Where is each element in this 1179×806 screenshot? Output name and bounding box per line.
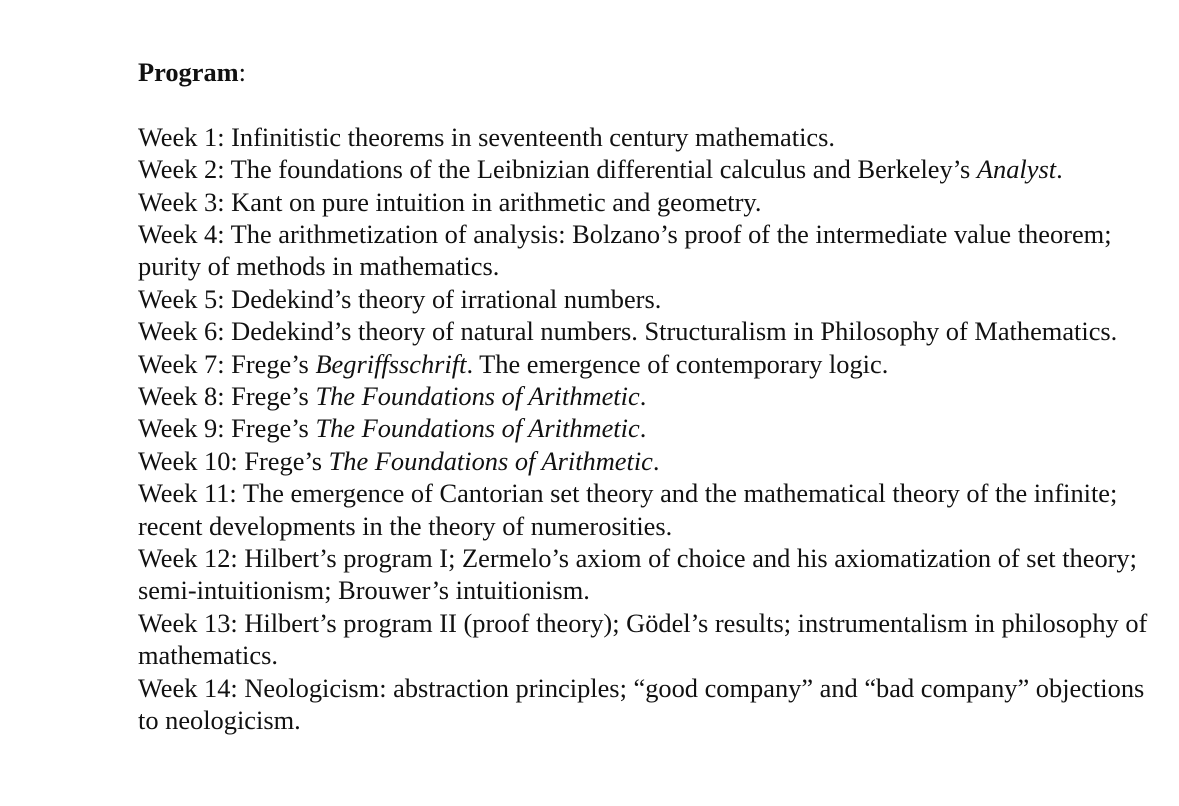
document-page: Program: Week 1: Infinitistic theorems i…: [138, 56, 1158, 737]
week-item-7: Week 7: Frege’s Begriffsschrift. The eme…: [138, 348, 1158, 380]
week-item-1: Week 1: Infinitistic theorems in sevente…: [138, 121, 1158, 153]
week-text: Week 14: Neologicism: abstraction princi…: [138, 672, 1145, 736]
week-item-12: Week 12: Hilbert’s program I; Zermelo’s …: [138, 542, 1158, 607]
week-text: Week 1: Infinitistic theorems in sevente…: [138, 121, 836, 152]
week-item-6: Week 6: Dedekind’s theory of natural num…: [138, 315, 1158, 347]
week-text: Week 11: The emergence of Cantorian set …: [138, 478, 1118, 541]
week-item-11: Week 11: The emergence of Cantorian set …: [138, 477, 1158, 542]
program-heading-label: Program: [138, 57, 239, 87]
week-item-8: Week 8: Frege’s The Foundations of Arith…: [138, 380, 1158, 412]
program-heading-colon: :: [238, 57, 246, 87]
week-text: Week 4: The arithmetization of analysis:…: [138, 219, 1112, 282]
week-title-italic: The Foundations of Arithmetic: [328, 445, 653, 476]
week-item-2: Week 2: The foundations of the Leibnizia…: [138, 153, 1158, 185]
week-text: Week 3: Kant on pure intuition in arithm…: [138, 186, 762, 217]
week-text: . The emergence of contemporary logic.: [466, 348, 889, 379]
week-text: Week 13: Hilbert’s program II (proof the…: [138, 607, 1148, 671]
week-text: Week 5: Dedekind’s theory of irrational …: [138, 283, 662, 314]
week-title-italic: Begriffsschrift: [315, 348, 467, 379]
week-title-italic: The Foundations of Arithmetic: [315, 413, 640, 444]
week-text: Week 6: Dedekind’s theory of natural num…: [138, 316, 1118, 347]
week-item-9: Week 9: Frege’s The Foundations of Arith…: [138, 412, 1158, 444]
week-item-3: Week 3: Kant on pure intuition in arithm…: [138, 186, 1158, 218]
week-text: Week 2: The foundations of the Leibnizia…: [138, 154, 977, 185]
week-text: Week 8: Frege’s: [138, 381, 316, 412]
week-text: Week 10: Frege’s: [138, 445, 329, 476]
week-title-italic: The Foundations of Arithmetic: [315, 381, 640, 412]
week-text: .: [639, 381, 647, 412]
week-item-14: Week 14: Neologicism: abstraction princi…: [138, 672, 1158, 737]
week-text: Week 12: Hilbert’s program I; Zermelo’s …: [138, 543, 1137, 606]
week-item-10: Week 10: Frege’s The Foundations of Arit…: [138, 445, 1158, 477]
week-text: .: [639, 413, 647, 444]
program-heading: Program:: [138, 56, 1158, 88]
week-text: .: [652, 445, 660, 476]
week-title-italic: Analyst: [976, 154, 1057, 185]
week-item-4: Week 4: The arithmetization of analysis:…: [138, 218, 1158, 283]
week-item-13: Week 13: Hilbert’s program II (proof the…: [138, 607, 1158, 672]
week-text: Week 7: Frege’s: [138, 348, 316, 379]
week-text: .: [1056, 154, 1063, 185]
week-item-5: Week 5: Dedekind’s theory of irrational …: [138, 283, 1158, 315]
week-list: Week 1: Infinitistic theorems in sevente…: [138, 121, 1158, 737]
week-text: Week 9: Frege’s: [138, 413, 316, 444]
